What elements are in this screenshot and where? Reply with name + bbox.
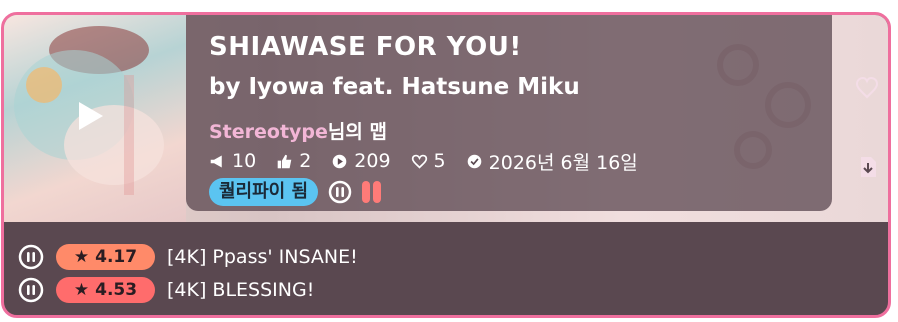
star-icon: ★ — [73, 279, 90, 300]
difficulty-name: [4K] BLESSING! — [167, 278, 315, 301]
megaphone-icon — [210, 155, 222, 167]
star-rating-pill: ★ 4.17 — [56, 243, 155, 270]
star-rating-pill: ★ 4.53 — [56, 276, 155, 303]
difficulty-spread — [362, 181, 382, 203]
cover-art[interactable] — [4, 15, 186, 222]
beatmap-stats: 10 2 209 5 2026년 6월 16일 — [209, 148, 648, 174]
heart-icon[interactable] — [854, 75, 880, 101]
stat-bookmarks: 10 — [209, 150, 256, 172]
check-circle-icon — [467, 154, 481, 168]
download-icon[interactable] — [859, 156, 877, 178]
play-circle-icon — [332, 154, 347, 168]
mapper-link[interactable]: Stereotype — [209, 121, 328, 143]
stat-upvotes: 2 — [276, 150, 311, 172]
difficulty-list: ★ 4.17 [4K] Ppass' INSANE! ★ 4.53 [4K] B… — [18, 240, 358, 306]
mania-mode-icon — [18, 277, 44, 302]
thumbs-up-icon — [277, 154, 292, 168]
status-tags: 퀄리파이 됨 — [209, 178, 382, 206]
mapper-line: Stereotype님의 맵 — [209, 117, 387, 144]
qualified-badge: 퀄리파이 됨 — [209, 178, 319, 206]
stat-favorites: 5 — [411, 150, 446, 172]
difficulty-row[interactable]: ★ 4.53 [4K] BLESSING! — [18, 273, 358, 306]
stat-plays: 209 — [331, 150, 391, 172]
stat-plays-value: 209 — [354, 150, 391, 172]
mapper-suffix: 님의 맵 — [327, 121, 387, 143]
song-artist: by Iyowa feat. Hatsune Miku — [209, 74, 580, 100]
star-rating-value: 4.17 — [95, 246, 138, 267]
stat-bookmarks-value: 10 — [232, 150, 257, 172]
stat-ranked-date-value: 2026년 6월 16일 — [488, 151, 638, 174]
stat-favorites-value: 5 — [433, 150, 446, 172]
difficulty-name: [4K] Ppass' INSANE! — [167, 245, 358, 268]
stat-upvotes-value: 2 — [299, 150, 312, 172]
difficulty-dot — [362, 181, 371, 203]
song-title[interactable]: SHIAWASE FOR YOU! — [209, 32, 522, 62]
stat-ranked-date: 2026년 6월 16일 — [466, 148, 638, 175]
star-rating-value: 4.53 — [95, 279, 138, 300]
mania-mode-icon — [328, 180, 352, 204]
difficulty-dot — [373, 181, 382, 203]
difficulty-row[interactable]: ★ 4.17 [4K] Ppass' INSANE! — [18, 240, 358, 273]
play-icon[interactable] — [62, 91, 112, 141]
heart-outline-icon — [411, 154, 427, 169]
mania-mode-icon — [18, 244, 44, 269]
beatmap-card[interactable]: SHIAWASE FOR YOU! by Iyowa feat. Hatsune… — [1, 12, 891, 318]
star-icon: ★ — [73, 246, 90, 267]
